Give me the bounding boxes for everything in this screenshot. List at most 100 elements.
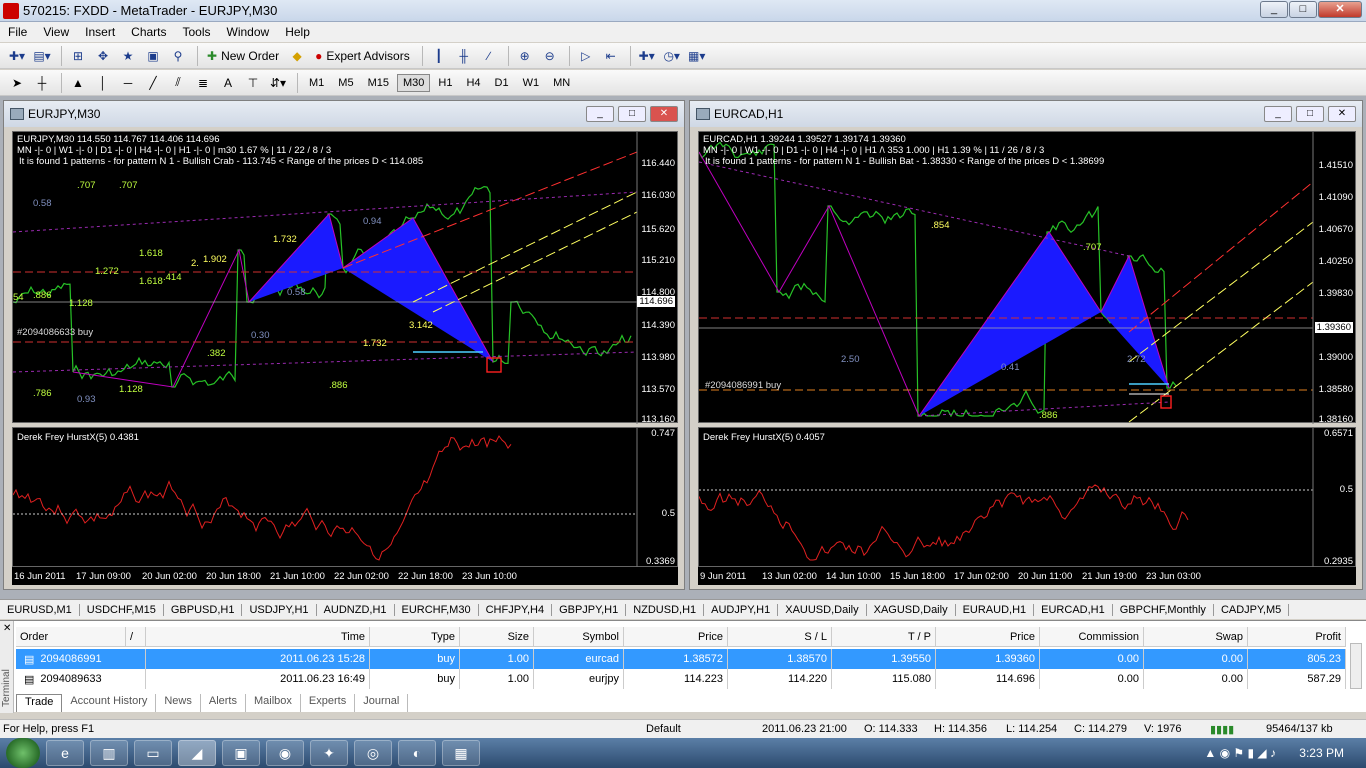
- chart-tab[interactable]: CADJPY,M5: [1214, 603, 1290, 616]
- templates-icon[interactable]: ▦▾: [686, 45, 708, 67]
- firefox-taskbar-icon[interactable]: ◉: [266, 740, 304, 766]
- column-header-profit[interactable]: Profit: [1248, 627, 1346, 646]
- timeframe-m15[interactable]: M15: [362, 74, 395, 92]
- tab-alerts[interactable]: Alerts: [201, 694, 246, 712]
- column-header-time[interactable]: Time: [146, 627, 370, 646]
- metaeditor-icon[interactable]: ◆: [286, 45, 308, 67]
- chart-tab[interactable]: NZDUSD,H1: [626, 603, 705, 616]
- chart-tab[interactable]: GBPUSD,H1: [164, 603, 243, 616]
- vertical-line-icon[interactable]: │: [92, 72, 114, 94]
- chart-tab[interactable]: EURAUD,H1: [956, 603, 1035, 616]
- start-button[interactable]: [6, 738, 40, 768]
- chart-tab[interactable]: XAGUSD,Daily: [867, 603, 956, 616]
- terminal-scrollbar[interactable]: [1350, 643, 1362, 689]
- close-button[interactable]: ✕: [1318, 1, 1362, 18]
- ie-taskbar-icon[interactable]: e: [46, 740, 84, 766]
- chart-close-button[interactable]: ✕: [650, 106, 678, 122]
- chart-window-eurcad[interactable]: EURCAD,H1 _ □ ✕ EURCAD,H1 1.39244 1.3952…: [689, 100, 1363, 590]
- menu-tools[interactable]: Tools: [175, 25, 219, 39]
- column-header-current-price[interactable]: Price: [936, 627, 1040, 646]
- new-order-button[interactable]: ✚ New Order: [203, 45, 283, 67]
- trendline-icon[interactable]: ╱: [142, 72, 164, 94]
- price-chart[interactable]: EURJPY,M30 114.550 114.767 114.406 114.6…: [12, 131, 678, 425]
- timeframe-h4[interactable]: H4: [460, 74, 486, 92]
- chart-shift-icon[interactable]: ⇤: [600, 45, 622, 67]
- text-label-icon[interactable]: ⊤: [242, 72, 264, 94]
- chart-window-titlebar[interactable]: EURCAD,H1 _ □ ✕: [690, 101, 1362, 127]
- new-chart-icon[interactable]: ✚▾: [6, 45, 28, 67]
- horizontal-line-icon[interactable]: ─: [117, 72, 139, 94]
- chart-tab[interactable]: EURCAD,H1: [1034, 603, 1113, 616]
- price-chart[interactable]: EURCAD,H1 1.39244 1.39527 1.39174 1.3936…: [698, 131, 1356, 425]
- timeframe-m1[interactable]: M1: [303, 74, 330, 92]
- chart-tab[interactable]: USDCHF,M15: [80, 603, 164, 616]
- column-header-swap[interactable]: Swap: [1144, 627, 1248, 646]
- expert-advisors-button[interactable]: ● Expert Advisors: [311, 45, 414, 67]
- line-chart-icon[interactable]: ∕: [478, 45, 500, 67]
- chart-maximize-button[interactable]: □: [618, 106, 646, 122]
- chart-tab[interactable]: AUDJPY,H1: [704, 603, 779, 616]
- timeframe-d1[interactable]: D1: [489, 74, 515, 92]
- chart-window-titlebar[interactable]: EURJPY,M30 _ □ ✕: [4, 101, 684, 127]
- tab-news[interactable]: News: [156, 694, 201, 712]
- menu-charts[interactable]: Charts: [123, 25, 174, 39]
- fibonacci-icon[interactable]: ≣: [192, 72, 214, 94]
- text-icon[interactable]: A: [217, 72, 239, 94]
- chart-tab[interactable]: EURCHF,M30: [395, 603, 479, 616]
- app2-taskbar-icon[interactable]: ✦: [310, 740, 348, 766]
- column-header-symbol[interactable]: Symbol: [534, 627, 624, 646]
- app4-taskbar-icon[interactable]: ▦: [442, 740, 480, 766]
- column-header-price[interactable]: Price: [624, 627, 728, 646]
- trade-row[interactable]: ▤ 2094086991 2011.06.23 15:28 buy 1.00 eu…: [16, 649, 1346, 669]
- column-header-tp[interactable]: T / P: [832, 627, 936, 646]
- column-header-order[interactable]: Order: [16, 627, 126, 646]
- column-header-sl[interactable]: S / L: [728, 627, 832, 646]
- chart-tab[interactable]: GBPCHF,Monthly: [1113, 603, 1214, 616]
- indicator-chart[interactable]: Derek Frey HurstX(5) 0.4057 0.6571 0.5 0…: [698, 427, 1356, 568]
- indicator-chart[interactable]: Derek Frey HurstX(5) 0.4381 0.747 0.5 0.…: [12, 427, 678, 568]
- navigator-icon[interactable]: ★: [117, 45, 139, 67]
- channel-icon[interactable]: ⫽: [167, 72, 189, 94]
- strategy-tester-icon[interactable]: ⚲: [167, 45, 189, 67]
- chart-tab[interactable]: AUDNZD,H1: [317, 603, 395, 616]
- timeframe-mn[interactable]: MN: [547, 74, 576, 92]
- market-watch-icon[interactable]: ⊞: [67, 45, 89, 67]
- cursor-icon[interactable]: ➤: [6, 72, 28, 94]
- chrome-taskbar-icon[interactable]: ◎: [354, 740, 392, 766]
- window-taskbar-icon[interactable]: ▭: [134, 740, 172, 766]
- chart-minimize-button[interactable]: _: [586, 106, 614, 122]
- timeframe-h1[interactable]: H1: [432, 74, 458, 92]
- chart-close-button[interactable]: ✕: [1328, 106, 1356, 122]
- app-taskbar-icon[interactable]: ▣: [222, 740, 260, 766]
- arrows-icon[interactable]: ⇵▾: [267, 72, 289, 94]
- chart-maximize-button[interactable]: □: [1296, 106, 1324, 122]
- menu-view[interactable]: View: [35, 25, 77, 39]
- trade-row[interactable]: ▤ 2094089633 2011.06.23 16:49 buy 1.00 eu…: [16, 669, 1346, 689]
- minimize-button[interactable]: _: [1260, 1, 1288, 18]
- column-header-size[interactable]: Size: [460, 627, 534, 646]
- triangle-icon[interactable]: ▲: [67, 72, 89, 94]
- bar-chart-icon[interactable]: ┃: [428, 45, 450, 67]
- maximize-button[interactable]: □: [1289, 1, 1317, 18]
- chart-tab[interactable]: CHFJPY,H4: [479, 603, 553, 616]
- profiles-icon[interactable]: ▤▾: [31, 45, 53, 67]
- tab-experts[interactable]: Experts: [301, 694, 356, 712]
- chart-tab[interactable]: USDJPY,H1: [242, 603, 317, 616]
- column-sort-indicator[interactable]: /: [126, 627, 146, 646]
- tray-icons[interactable]: ▲ ◉ ⚑ ▮ ◢ ♪: [1204, 746, 1276, 760]
- metatrader-taskbar-icon[interactable]: ◢: [178, 740, 216, 766]
- candlestick-icon[interactable]: ╫: [453, 45, 475, 67]
- tab-journal[interactable]: Journal: [355, 694, 409, 712]
- menu-insert[interactable]: Insert: [77, 25, 123, 39]
- zoom-in-icon[interactable]: ⊕: [514, 45, 536, 67]
- data-window-icon[interactable]: ✥: [92, 45, 114, 67]
- chart-window-eurjpy[interactable]: EURJPY,M30 _ □ ✕ EURJPY,M30 114.550 114.…: [3, 100, 685, 590]
- column-header-commission[interactable]: Commission: [1040, 627, 1144, 646]
- periods-icon[interactable]: ◷▾: [661, 45, 683, 67]
- auto-scroll-icon[interactable]: ▷: [575, 45, 597, 67]
- chart-tab[interactable]: XAUUSD,Daily: [778, 603, 867, 616]
- tab-account-history[interactable]: Account History: [62, 694, 157, 712]
- chart-tab[interactable]: EURUSD,M1: [0, 603, 80, 616]
- column-header-type[interactable]: Type: [370, 627, 460, 646]
- menu-help[interactable]: Help: [277, 25, 318, 39]
